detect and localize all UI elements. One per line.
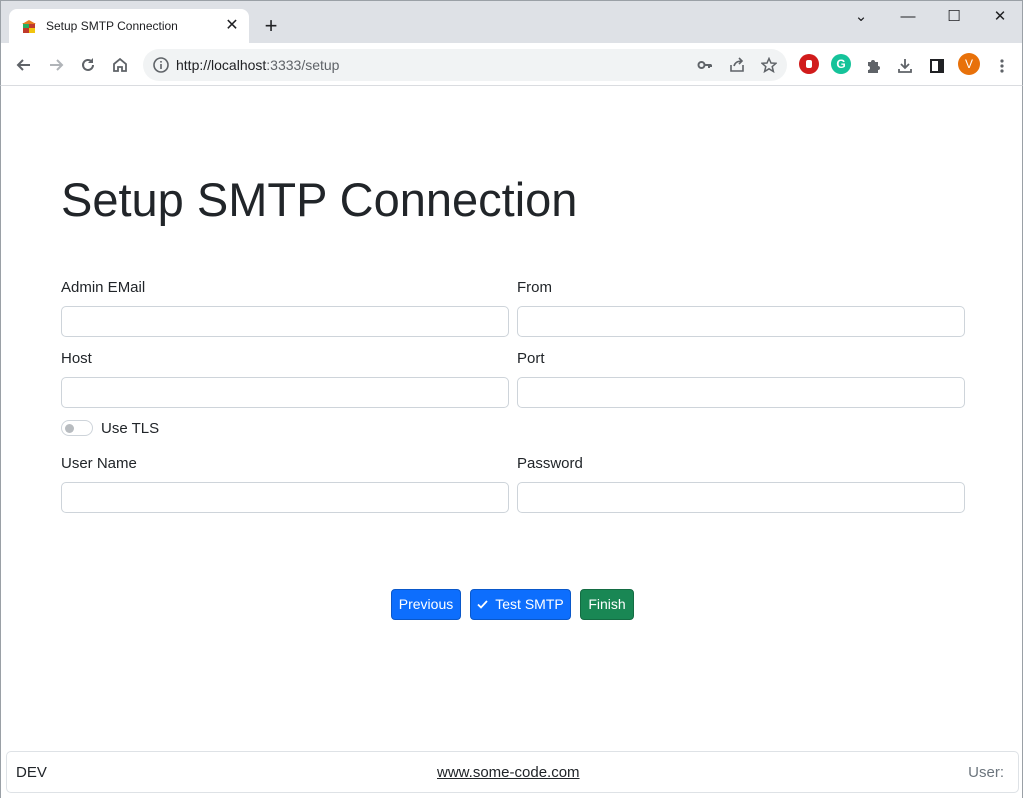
maximize-icon[interactable]: ☐ [940, 5, 968, 29]
star-icon[interactable] [759, 55, 779, 75]
share-icon[interactable] [727, 55, 747, 75]
sidepanel-icon[interactable] [924, 53, 950, 79]
finish-button-label: Finish [588, 596, 626, 612]
close-window-icon[interactable]: ✕ [986, 5, 1014, 29]
url-path: :3333/setup [266, 57, 340, 73]
url-host: http://localhost [176, 57, 267, 73]
profile-avatar[interactable]: V [958, 53, 980, 75]
environment-badge: DEV [16, 764, 47, 781]
tab-title: Setup SMTP Connection [46, 19, 178, 33]
forward-icon[interactable] [43, 52, 69, 78]
key-icon[interactable] [695, 55, 715, 75]
use-tls-label[interactable]: Use TLS [101, 420, 159, 437]
user-label: User: [968, 764, 1004, 781]
tab-search-icon[interactable]: ⌄ [847, 5, 875, 29]
previous-button-label: Previous [398, 596, 454, 612]
previous-button[interactable]: Previous [391, 589, 461, 620]
minimize-icon[interactable]: — [894, 5, 922, 29]
grammarly-icon[interactable]: G [831, 54, 851, 74]
footer-link[interactable]: www.some-code.com [437, 764, 580, 781]
url-text[interactable]: http://localhost:3333/setup [176, 57, 339, 73]
browser-toolbar: http://localhost:3333/setup G V [0, 43, 1023, 86]
admin-email-input[interactable] [61, 306, 509, 337]
menu-icon[interactable] [989, 53, 1015, 79]
from-label: From [517, 279, 552, 296]
test-smtp-button[interactable]: Test SMTP [470, 589, 571, 620]
page-title: Setup SMTP Connection [61, 173, 578, 226]
host-input[interactable] [61, 377, 509, 408]
port-input[interactable] [517, 377, 965, 408]
home-icon[interactable] [107, 52, 133, 78]
address-bar[interactable]: http://localhost:3333/setup [143, 49, 787, 81]
new-tab-button[interactable]: + [259, 14, 283, 38]
host-label: Host [61, 350, 92, 367]
finish-button[interactable]: Finish [580, 589, 634, 620]
test-smtp-button-label: Test SMTP [495, 596, 564, 612]
password-input[interactable] [517, 482, 965, 513]
browser-tab[interactable]: Setup SMTP Connection ✕ [9, 9, 249, 44]
page-content: Setup SMTP Connection Admin EMail From H… [0, 86, 1023, 798]
password-label: Password [517, 455, 583, 472]
back-icon[interactable] [11, 52, 37, 78]
use-tls-toggle[interactable] [61, 420, 93, 436]
admin-email-label: Admin EMail [61, 279, 146, 296]
adblock-icon[interactable] [799, 54, 819, 74]
user-name-input[interactable] [61, 482, 509, 513]
info-icon[interactable] [152, 56, 170, 74]
tab-strip: Setup SMTP Connection ✕ + ⌄ — ☐ ✕ [0, 0, 1023, 44]
reload-icon[interactable] [75, 52, 101, 78]
favicon-icon [22, 20, 36, 33]
extensions-icon[interactable] [860, 53, 886, 79]
tab-close-icon[interactable]: ✕ [223, 17, 241, 35]
toggle-knob [65, 424, 74, 433]
check-icon [477, 590, 488, 619]
port-label: Port [517, 350, 545, 367]
user-name-label: User Name [61, 455, 137, 472]
download-icon[interactable] [892, 53, 918, 79]
from-input[interactable] [517, 306, 965, 337]
footer-bar: DEV www.some-code.com User: [6, 751, 1019, 793]
